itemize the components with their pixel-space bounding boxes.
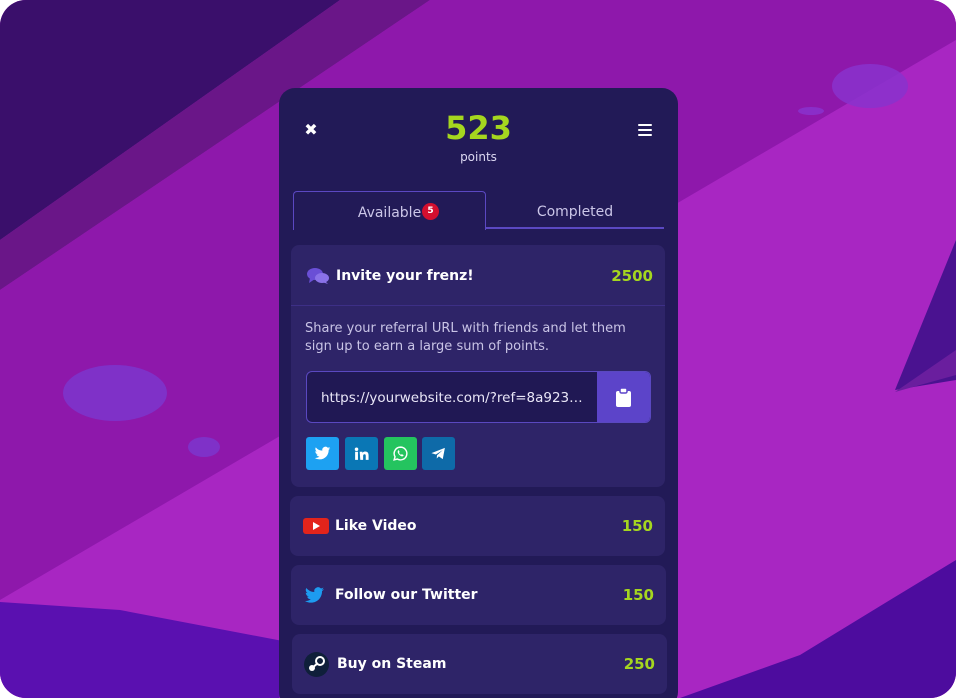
- hamburger-menu-icon[interactable]: [638, 124, 652, 136]
- task-buy-steam[interactable]: Buy on Steam 250: [292, 634, 667, 694]
- twitter-icon: [314, 446, 331, 460]
- task-points: 150: [621, 517, 653, 535]
- invite-points: 2500: [611, 267, 653, 285]
- task-like-video[interactable]: Like Video 150: [290, 496, 665, 556]
- share-whatsapp-button[interactable]: [384, 437, 417, 470]
- telegram-icon: [431, 447, 445, 460]
- task-follow-twitter[interactable]: Follow our Twitter 150: [291, 565, 666, 625]
- referral-url-field[interactable]: https://yourwebsite.com/?ref=8a9230...: [306, 371, 651, 423]
- tab-completed-label: Completed: [536, 204, 614, 220]
- invite-description: Share your referral URL with friends and…: [305, 321, 626, 354]
- invite-title: Invite your frenz!: [336, 268, 474, 284]
- linkedin-icon: [354, 447, 369, 460]
- tab-available-label: Available: [357, 205, 422, 221]
- quest-panel: ✖ 523 points Available 5 Completed Invit…: [279, 88, 678, 698]
- points-label: points: [460, 150, 497, 164]
- invite-card: Invite your frenz! 2500 Share your refer…: [291, 245, 665, 487]
- task-title: Follow our Twitter: [335, 587, 478, 603]
- task-title: Buy on Steam: [337, 656, 447, 672]
- share-twitter-button[interactable]: [306, 437, 339, 470]
- task-points: 250: [623, 655, 655, 673]
- twitter-icon: [305, 587, 324, 603]
- points-total: 523: [445, 109, 512, 147]
- copy-url-button[interactable]: [597, 372, 650, 422]
- task-points: 150: [622, 586, 654, 604]
- invite-card-header[interactable]: Invite your frenz! 2500: [291, 245, 665, 306]
- available-count-badge: 5: [422, 203, 439, 220]
- clipboard-icon: [616, 388, 631, 407]
- referral-url[interactable]: https://yourwebsite.com/?ref=8a9230...: [321, 372, 583, 422]
- tab-bar: Available 5 Completed: [293, 191, 664, 230]
- tab-completed[interactable]: Completed: [486, 191, 664, 229]
- task-title: Like Video: [335, 518, 417, 534]
- chat-bubbles-icon: [307, 268, 329, 284]
- app-window: ✖ 523 points Available 5 Completed Invit…: [0, 0, 956, 698]
- share-linkedin-button[interactable]: [345, 437, 378, 470]
- youtube-icon: [303, 518, 329, 534]
- steam-icon: [304, 652, 329, 677]
- share-telegram-button[interactable]: [422, 437, 455, 470]
- tab-available[interactable]: Available 5: [293, 191, 486, 230]
- whatsapp-icon: [393, 446, 408, 461]
